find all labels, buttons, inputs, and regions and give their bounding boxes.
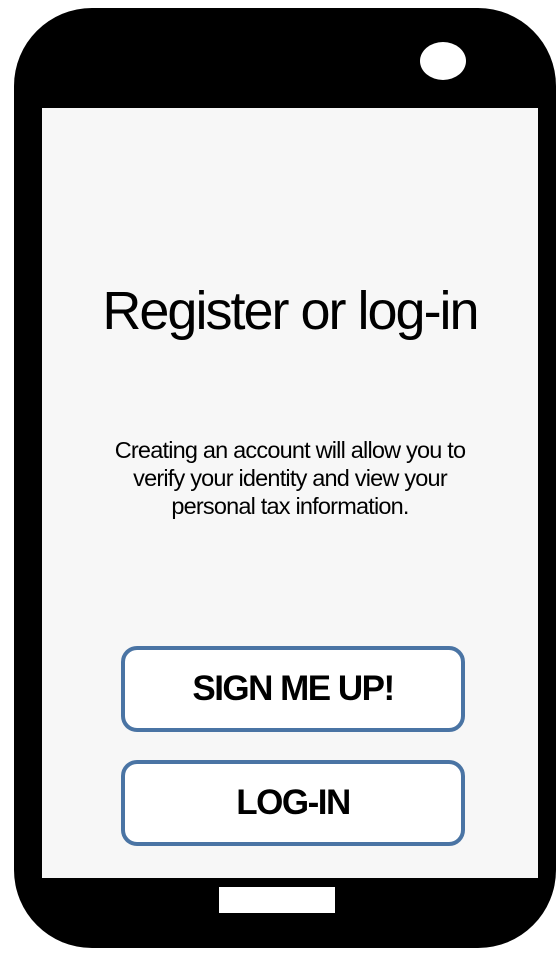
description-line: verify your identity and view your [133,465,448,491]
phone-frame: Register or log-in Creating an account w… [14,8,556,948]
log-in-button[interactable]: LOG-IN [121,760,465,846]
camera-icon [420,42,466,80]
sign-up-button[interactable]: SIGN ME UP! [121,646,465,732]
description-line: Creating an account will allow you to [114,437,466,463]
description-line: personal tax information. [171,493,409,519]
phone-screen: Register or log-in Creating an account w… [42,108,538,878]
page-description: Creating an account will allow you to ve… [42,436,538,520]
home-button[interactable] [219,887,335,913]
page-title: Register or log-in [102,281,479,341]
